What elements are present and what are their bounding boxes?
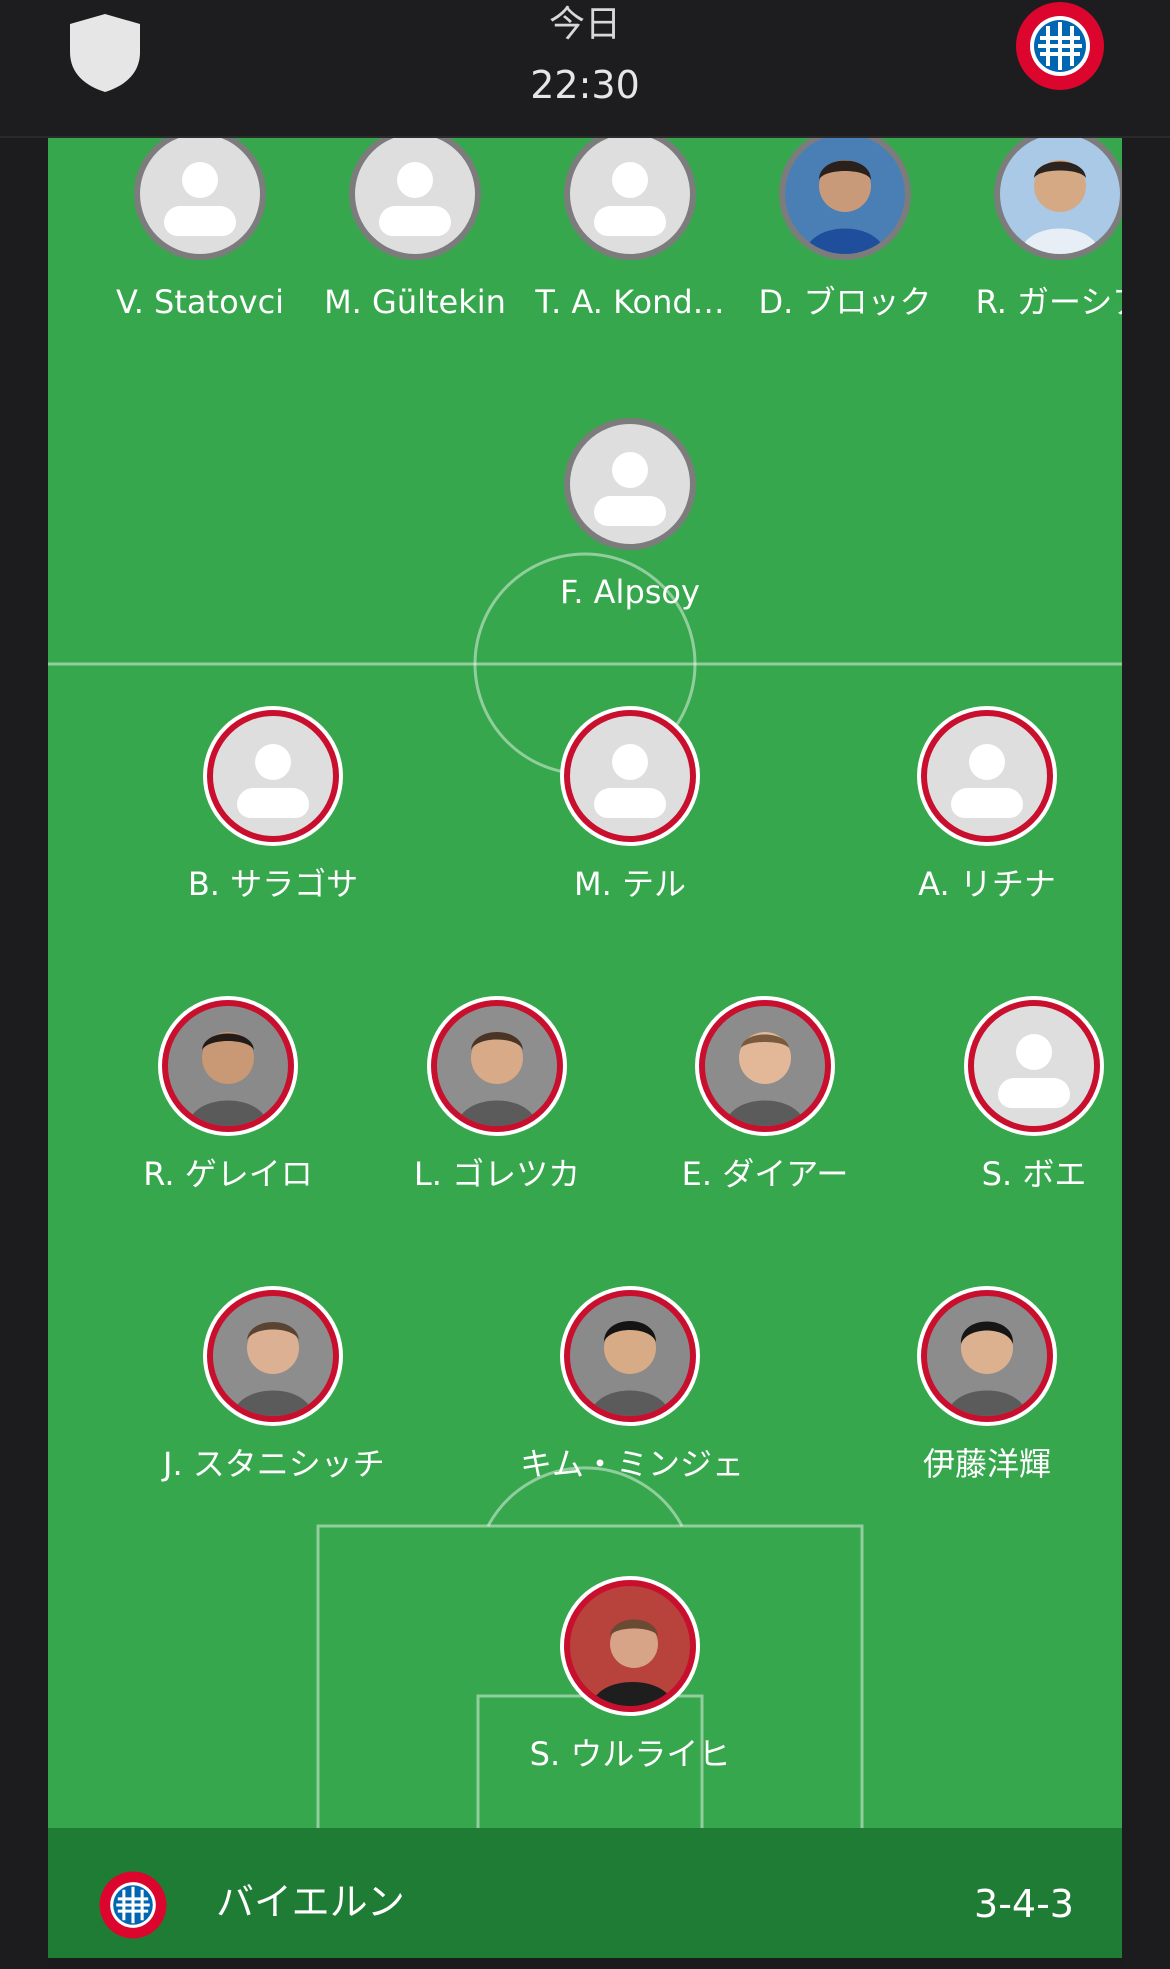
home-player-stanisic[interactable]: J. スタニシッチ [163, 1290, 385, 1484]
avatar [349, 136, 481, 260]
player-photo [921, 1290, 1053, 1422]
player-photo [162, 1000, 294, 1132]
player-name: V. Statovci [115, 283, 285, 321]
home-player-tel[interactable]: M. テル [520, 710, 740, 904]
away-player-gultekin[interactable]: M. Gültekin [305, 136, 525, 322]
player-name: D. ブロック [758, 283, 932, 321]
player-name: T. A. Kond… [535, 283, 725, 321]
home-player-dier[interactable]: E. ダイアー [655, 1000, 875, 1194]
left-margin [0, 136, 48, 1969]
pitch-markings [48, 552, 1122, 1828]
right-margin [1122, 136, 1170, 1969]
avatar [564, 136, 696, 260]
player-name: L. ゴレツカ [413, 1155, 581, 1193]
home-player-ulreich[interactable]: S. ウルライヒ [520, 1580, 740, 1774]
bayern-crest-icon [99, 1871, 167, 1939]
player-name: S. ウルライヒ [529, 1735, 731, 1773]
home-player-zaragoza[interactable]: B. サラゴサ [163, 710, 383, 904]
pitch: V. Statovci M. Gültekin T. A. Kond… D. ブ… [48, 136, 1122, 1828]
player-photo [207, 1290, 339, 1422]
player-name: F. Alpsoy [560, 573, 700, 611]
avatar [921, 710, 1053, 842]
home-player-ricina[interactable]: A. リチナ [877, 710, 1097, 904]
home-player-goretzka[interactable]: L. ゴレツカ [387, 1000, 607, 1194]
away-player-kond[interactable]: T. A. Kond… [520, 136, 740, 322]
away-player-statovci[interactable]: V. Statovci [90, 136, 310, 322]
home-player-ito[interactable]: 伊藤洋輝 [877, 1290, 1097, 1484]
player-photo [994, 136, 1122, 260]
player-name: J. スタニシッチ [163, 1445, 385, 1483]
player-photo [431, 1000, 563, 1132]
player-name: R. ガーシア [975, 283, 1122, 321]
match-header: 今日 22:30 [0, 0, 1170, 138]
formation: 3-4-3 [974, 1882, 1074, 1926]
away-player-alpsoy[interactable]: F. Alpsoy [520, 418, 740, 612]
team-bar[interactable]: バイエルン 3-4-3 [48, 1828, 1122, 1958]
home-player-kim-minjae[interactable]: キム・ミンジェ [520, 1290, 745, 1484]
player-photo [779, 136, 911, 260]
match-time: 22:30 [530, 63, 640, 107]
player-name: B. サラゴサ [187, 865, 359, 903]
home-player-guerreiro[interactable]: R. ゲレイロ [118, 1000, 338, 1194]
player-name: 伊藤洋輝 [922, 1445, 1051, 1483]
player-name: キム・ミンジェ [520, 1445, 745, 1483]
player-name: E. ダイアー [681, 1155, 849, 1193]
avatar [564, 710, 696, 842]
team-name: バイエルン [216, 1880, 405, 1924]
match-day: 今日 [548, 4, 621, 45]
player-photo [564, 1580, 696, 1712]
avatar [134, 136, 266, 260]
avatar [968, 1000, 1100, 1132]
player-name: S. ボエ [981, 1155, 1087, 1193]
player-name: M. テル [574, 865, 686, 903]
avatar [564, 418, 696, 550]
away-player-brock[interactable]: D. ブロック [735, 136, 955, 322]
avatar [207, 710, 339, 842]
player-name: M. Gültekin [324, 283, 506, 321]
home-player-boe[interactable]: S. ボエ [924, 1000, 1122, 1194]
away-player-garcia[interactable]: R. ガーシア [950, 136, 1122, 322]
player-photo [699, 1000, 831, 1132]
bayern-crest-icon[interactable] [1014, 0, 1106, 92]
player-name: A. リチナ [918, 865, 1056, 903]
player-photo [564, 1290, 696, 1422]
player-name: R. ゲレイロ [143, 1155, 313, 1193]
